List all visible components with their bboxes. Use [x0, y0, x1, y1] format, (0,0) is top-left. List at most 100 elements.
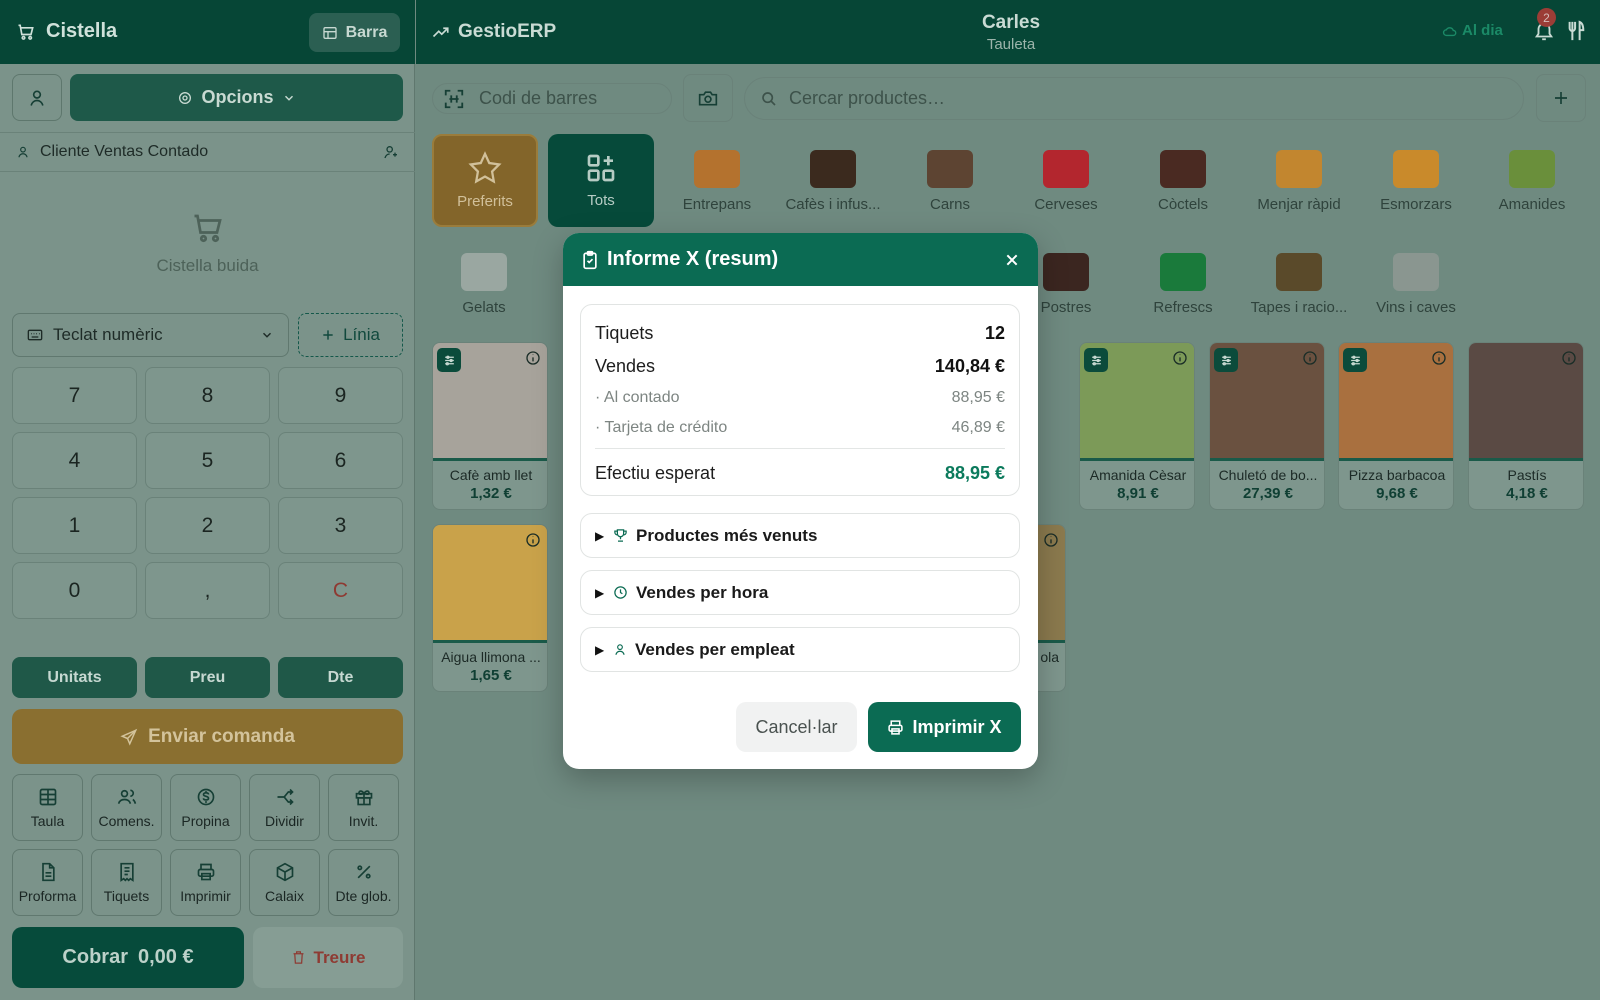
product-card[interactable]: Cafè amb llet 1,32 € [432, 342, 548, 510]
options-button[interactable]: Opcions [70, 74, 403, 121]
modifiers-icon[interactable] [1084, 348, 1108, 372]
info-icon[interactable] [1172, 350, 1188, 366]
section-top-products[interactable]: ▶ Productes més venuts [580, 513, 1020, 558]
cutlery-icon[interactable] [1566, 20, 1586, 42]
product-search-input[interactable]: Cercar productes… [744, 77, 1524, 120]
product-price: 8,91 € [1117, 485, 1159, 502]
sync-status: Al dia [1442, 22, 1503, 39]
category-fast-food[interactable]: Menjar ràpid [1241, 150, 1357, 213]
tool-diners-button[interactable]: Comens. [91, 774, 162, 841]
key-0[interactable]: 0 [12, 562, 137, 619]
cloud-check-icon [1442, 25, 1457, 37]
plus-icon [1552, 89, 1570, 107]
category-breakfasts[interactable]: Esmorzars [1358, 150, 1474, 213]
receipt-icon [117, 862, 137, 882]
tool-split-button[interactable]: Dividir [249, 774, 320, 841]
key-7[interactable]: 7 [12, 367, 137, 424]
category-meats[interactable]: Carns [892, 150, 1008, 213]
product-card[interactable]: Pizza barbacoa 9,68 € [1338, 342, 1454, 510]
key-3[interactable]: 3 [278, 497, 403, 554]
category-wines[interactable]: Vins i caves [1358, 253, 1474, 316]
key-clear[interactable]: C [278, 562, 403, 619]
product-divider [1469, 458, 1583, 461]
product-card[interactable]: Amanida Cèsar 8,91 € [1079, 342, 1195, 510]
units-button[interactable]: Unitats [12, 657, 137, 698]
scan-icon [443, 88, 465, 110]
star-icon [467, 151, 503, 185]
keypad-mode-select[interactable]: Teclat numèric [12, 313, 289, 357]
product-card[interactable]: Aigua llimona ... 1,65 € [432, 524, 548, 692]
send-order-button[interactable]: Enviar comanda [12, 709, 403, 764]
user-add-icon[interactable] [383, 144, 399, 160]
print-x-button[interactable]: Imprimir X [868, 702, 1021, 752]
key-4[interactable]: 4 [12, 432, 137, 489]
waiter-selector[interactable]: Carles Tauleta [876, 12, 1146, 53]
category-sandwiches[interactable]: Entrepans [659, 150, 775, 213]
category-beers[interactable]: Cerveses [1008, 150, 1124, 213]
key-comma[interactable]: , [145, 562, 270, 619]
barra-button[interactable]: Barra [309, 13, 400, 52]
category-salads[interactable]: Amanides [1474, 150, 1590, 213]
category-cocktails[interactable]: Còctels [1125, 150, 1241, 213]
price-button[interactable]: Preu [145, 657, 270, 698]
tool-table-button[interactable]: Taula [12, 774, 83, 841]
product-name: Cafè amb llet [449, 467, 533, 483]
product-price: 1,32 € [470, 485, 512, 502]
client-name: Cliente Ventas Contado [40, 143, 209, 160]
tool-invite-button[interactable]: Invit. [328, 774, 399, 841]
add-product-button[interactable] [1536, 74, 1586, 122]
category-all[interactable]: Tots [548, 134, 654, 227]
card-value: 46,89 € [951, 419, 1005, 436]
key-6[interactable]: 6 [278, 432, 403, 489]
product-divider [1080, 458, 1194, 461]
cancel-button[interactable]: Cancel·lar [736, 702, 857, 752]
info-icon[interactable] [525, 532, 541, 548]
info-icon[interactable] [1043, 532, 1059, 548]
category-thumb [1043, 150, 1089, 188]
section-sales-by-employee[interactable]: ▶ Vendes per empleat [580, 627, 1020, 672]
category-soft-drinks[interactable]: Refrescs [1125, 253, 1241, 316]
info-icon[interactable] [1561, 350, 1577, 366]
close-icon[interactable] [1004, 252, 1020, 268]
discount-button[interactable]: Dte [278, 657, 403, 698]
modifiers-icon[interactable] [1214, 348, 1238, 372]
cash-row: · Al contado 88,95 € [595, 389, 1005, 406]
customer-button[interactable] [12, 74, 62, 121]
tool-tip-button[interactable]: Propina [170, 774, 241, 841]
camera-button[interactable] [683, 74, 733, 122]
tool-global-discount-button[interactable]: Dte glob. [328, 849, 399, 916]
key-9[interactable]: 9 [278, 367, 403, 424]
tool-tickets-button[interactable]: Tiquets [91, 849, 162, 916]
category-favorites[interactable]: Preferits [432, 134, 538, 227]
key-5[interactable]: 5 [145, 432, 270, 489]
category-tapas[interactable]: Tapes i racio... [1241, 253, 1357, 316]
info-icon[interactable] [1302, 350, 1318, 366]
product-card[interactable]: Pastís 4,18 € [1468, 342, 1584, 510]
category-thumb [1276, 253, 1322, 291]
tool-print-button[interactable]: Imprimir [170, 849, 241, 916]
trash-icon [291, 950, 306, 965]
category-thumb [927, 150, 973, 188]
key-1[interactable]: 1 [12, 497, 137, 554]
info-icon[interactable] [1431, 350, 1447, 366]
pay-button[interactable]: Cobrar 0,00 € [12, 927, 244, 988]
product-card[interactable]: Chuletó de bo... 27,39 € [1209, 342, 1325, 510]
barcode-input[interactable]: Codi de barres [432, 83, 672, 114]
key-8[interactable]: 8 [145, 367, 270, 424]
camera-icon [698, 89, 718, 107]
category-ice-creams[interactable]: Gelats [426, 253, 542, 316]
product-divider [1210, 458, 1324, 461]
category-coffees[interactable]: Cafès i infus... [775, 150, 891, 213]
send-icon [120, 728, 138, 746]
modifiers-icon[interactable] [437, 348, 461, 372]
sales-value: 140,84 € [934, 356, 1005, 376]
info-icon[interactable] [525, 350, 541, 366]
tool-proforma-button[interactable]: Proforma [12, 849, 83, 916]
remove-button[interactable]: Treure [253, 927, 403, 988]
key-2[interactable]: 2 [145, 497, 270, 554]
add-line-button[interactable]: Línia [298, 313, 403, 357]
modifiers-icon[interactable] [1343, 348, 1367, 372]
tool-drawer-button[interactable]: Calaix [249, 849, 320, 916]
client-row[interactable]: Cliente Ventas Contado [0, 132, 415, 172]
section-sales-by-hour[interactable]: ▶ Vendes per hora [580, 570, 1020, 615]
